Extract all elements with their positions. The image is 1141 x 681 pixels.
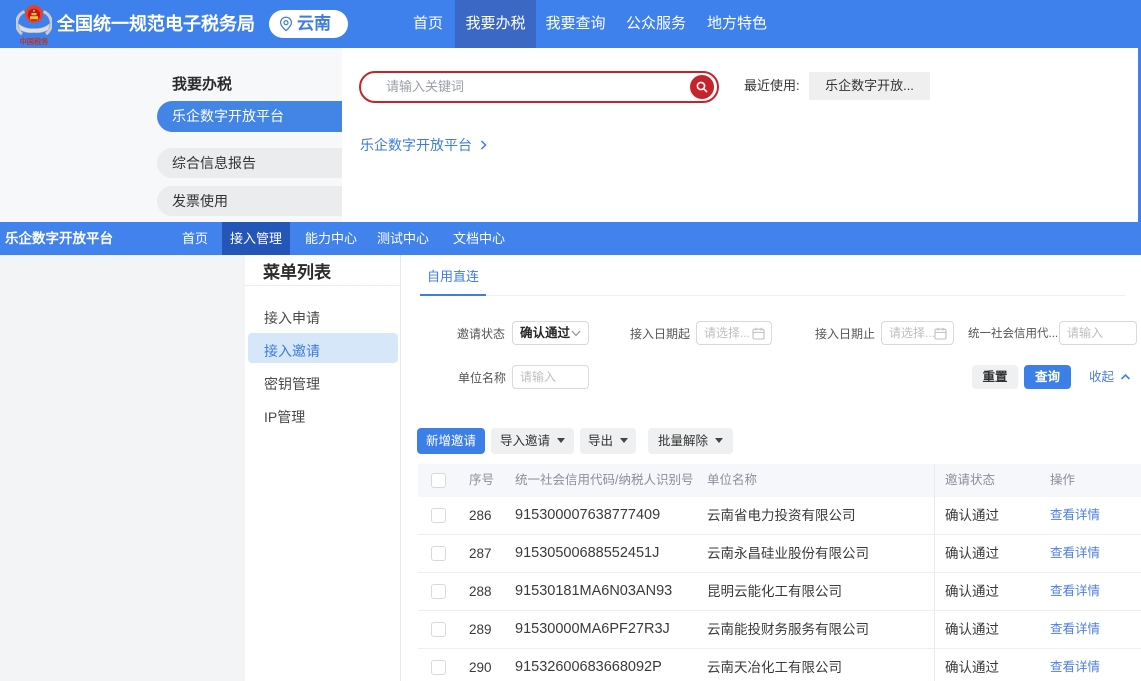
svg-text:中国税务: 中国税务 xyxy=(20,37,50,46)
